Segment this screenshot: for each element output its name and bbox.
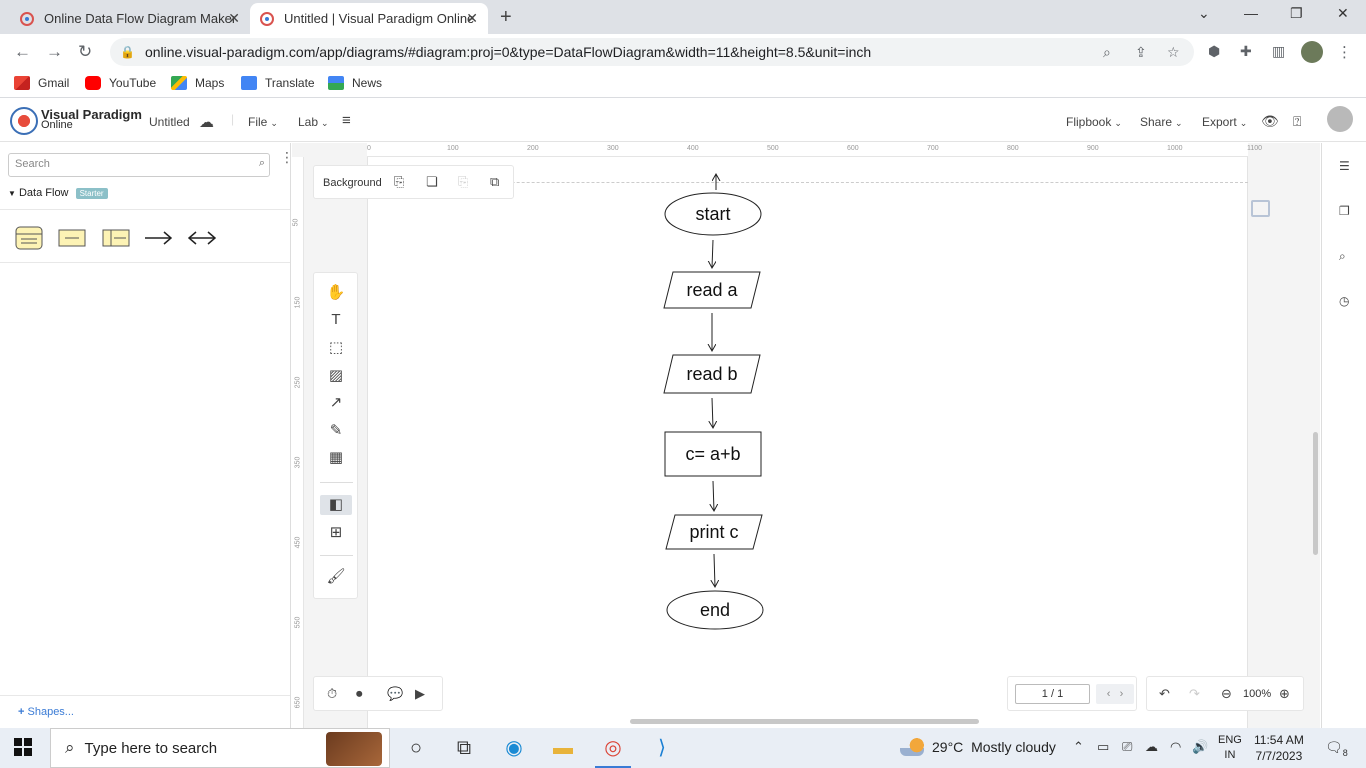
flow-node-print_c-label[interactable]: print c [689,522,738,542]
flow-connector-print_c-end[interactable] [714,553,715,587]
windows-start-icon[interactable] [14,738,32,756]
windows-taskbar: ⌕ Type here to search ○ ⧉ ◉ ▬ ◎ ⟩ 29°C M… [0,728,1366,768]
clock[interactable]: 11:54 AM 7/7/2023 [1254,732,1304,764]
vertical-scrollbar[interactable] [1313,432,1318,555]
search-icon[interactable]: ⌕ [1339,249,1346,264]
weather-widget[interactable]: 29°C Mostly cloudy [900,738,1056,756]
chrome-icon[interactable]: ◎ [595,734,631,768]
weather-text: Mostly cloudy [971,739,1056,755]
prev-page-icon[interactable]: ‹ [1107,688,1111,700]
zoom-controls: ↶ ↷ ⊖ 100% ⊕ [1146,676,1304,711]
battery-icon[interactable]: ▭ [1097,739,1109,755]
notification-count: 8 [1342,747,1348,758]
flow-node-start-label[interactable]: start [695,204,730,224]
flow-connector-calc-print_c[interactable] [713,480,714,511]
present-icon[interactable]: ▶ [415,686,425,702]
next-page-icon[interactable]: › [1120,688,1124,700]
volume-icon[interactable]: 🔊 [1192,739,1208,755]
tray-chevron-icon[interactable]: ⌃ [1073,739,1084,755]
zoom-in-icon[interactable]: ⊕ [1279,686,1290,702]
meet-icon[interactable]: ⎚ [1122,739,1132,755]
language-indicator[interactable]: ENG IN [1218,733,1242,763]
comment-icon[interactable]: 💬 [387,686,403,702]
clock-time: 11:54 AM [1254,733,1304,747]
edge-icon[interactable]: ◉ [500,734,528,762]
flow-connector-read_b-calc[interactable] [712,397,713,428]
redo-icon[interactable]: ↷ [1189,686,1200,702]
notification-icon[interactable]: 🗨8 [1325,739,1348,758]
page-number-input[interactable]: 1 / 1 [1015,684,1090,704]
zoom-level[interactable]: 100% [1243,688,1271,700]
layers-icon[interactable]: ❐ [1339,204,1350,218]
undo-icon[interactable]: ↶ [1159,686,1170,702]
flow-node-calc-label[interactable]: c= a+b [685,444,740,464]
flow-node-read_b-label[interactable]: read b [686,364,737,384]
page-arrows[interactable]: ‹ › [1096,684,1134,704]
lang-line1: ENG [1218,734,1242,746]
canvas-bottom-tools: ⏱ ⏺ 💬 ▶ [313,676,443,711]
clock-date: 7/7/2023 [1255,749,1303,763]
onedrive-icon[interactable]: ☁ [1145,739,1158,755]
search-icon: ⌕ [65,738,75,757]
flow-connector-start-read_a[interactable] [712,239,713,268]
record-icon[interactable]: ⏺ [356,686,363,702]
cortana-icon[interactable]: ○ [402,734,430,762]
page-navigator: 1 / 1 ‹ › [1007,676,1137,711]
properties-sliders-icon[interactable]: ☰ [1339,159,1350,173]
weather-temp: 29°C [932,739,964,755]
flow-node-read_a-label[interactable]: read a [686,280,738,300]
timer-icon[interactable]: ⏱ [327,686,337,702]
horizontal-scrollbar[interactable] [630,719,979,724]
history-icon[interactable]: ◷ [1339,294,1349,308]
search-highlight-image[interactable] [326,732,382,766]
taskbar-search-placeholder: Type here to search [84,739,218,757]
flow-node-end-label[interactable]: end [700,600,730,620]
zoom-out-icon[interactable]: ⊖ [1221,686,1232,702]
file-explorer-icon[interactable]: ▬ [549,734,577,762]
lang-line2: IN [1224,749,1236,761]
vscode-icon[interactable]: ⟩ [648,734,676,762]
task-view-icon[interactable]: ⧉ [450,734,478,762]
wifi-icon[interactable]: ◠ [1170,739,1181,755]
weather-cloudy-icon [900,738,924,756]
flowchart-diagram: start read a read b c= a+b print c end [663,0,764,630]
right-side-panel: ☰ ❐ ⌕ ◷ [1321,143,1366,728]
